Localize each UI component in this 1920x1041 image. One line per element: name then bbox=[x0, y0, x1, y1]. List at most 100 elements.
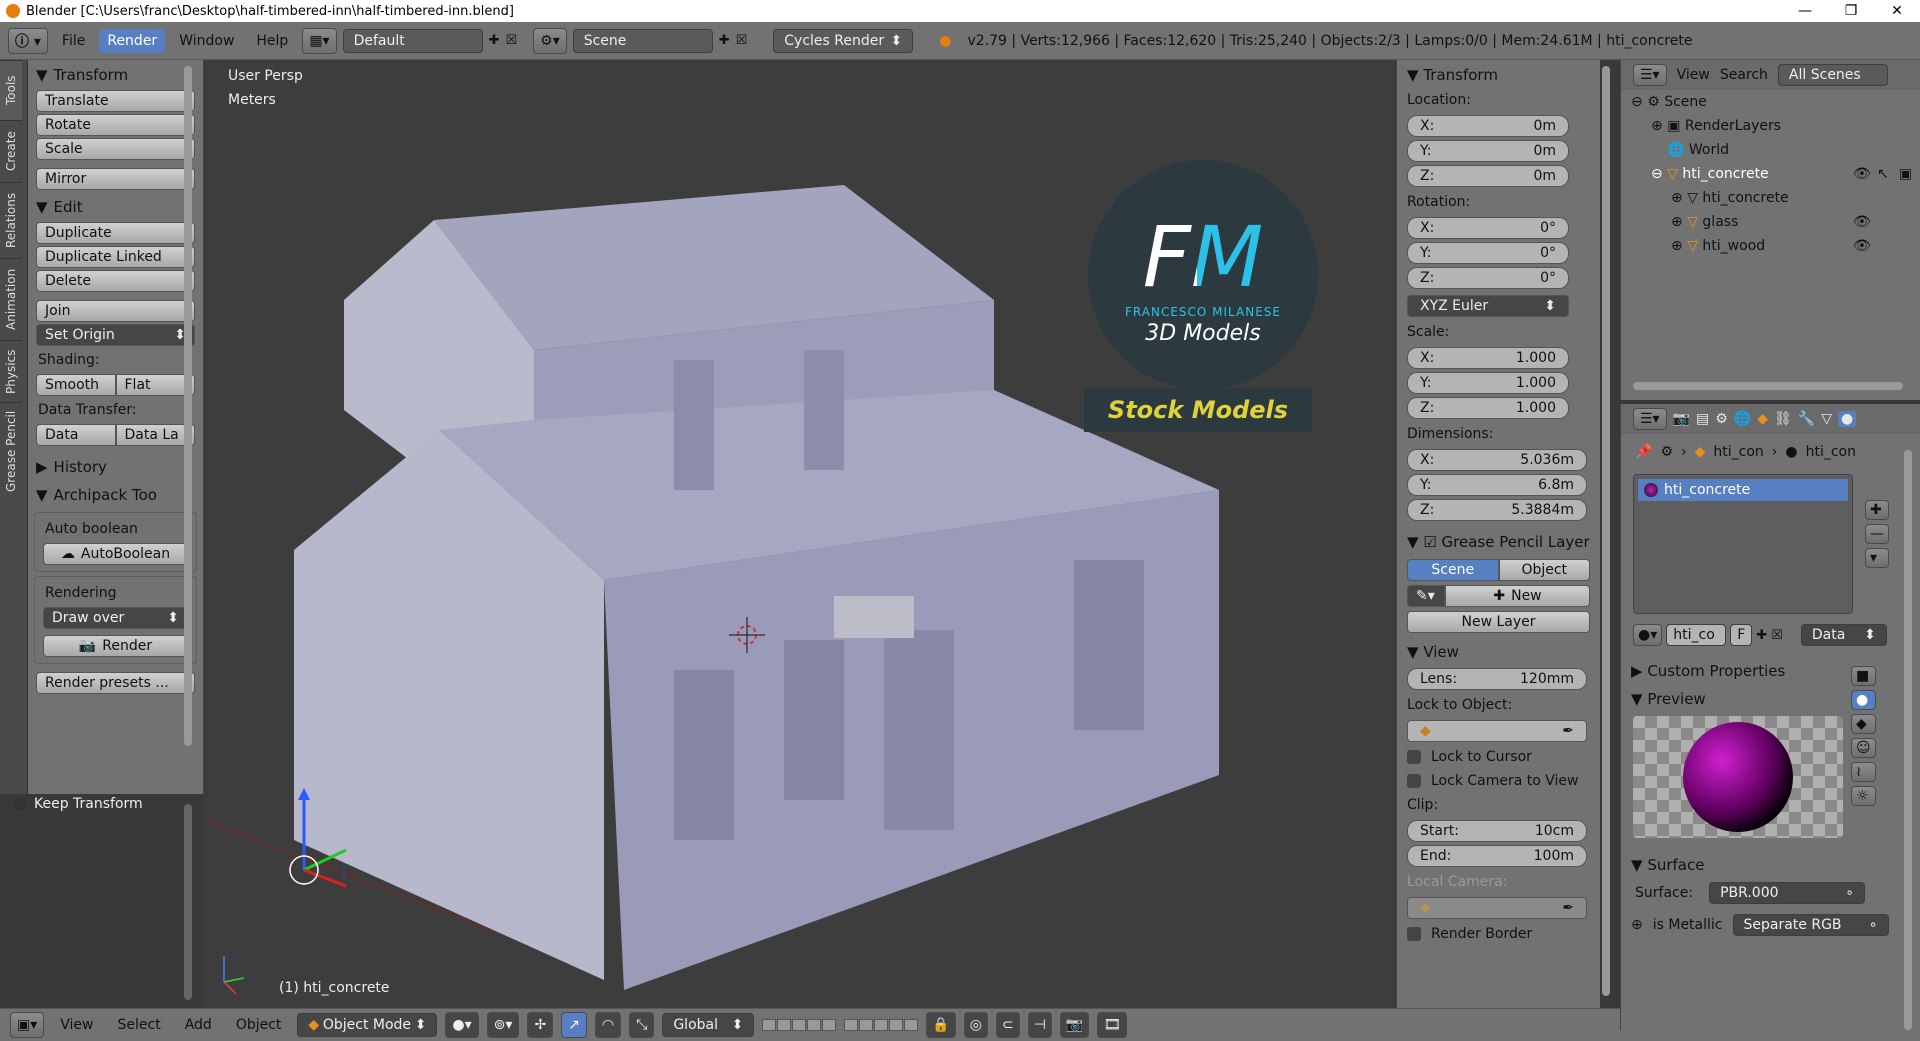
menu-object[interactable]: Object bbox=[228, 1013, 290, 1037]
outliner-item-hti-wood[interactable]: ⊕ ▽ hti_wood bbox=[1671, 238, 1765, 254]
render-border-row[interactable]: Render Border bbox=[1397, 922, 1600, 946]
menu-file[interactable]: File bbox=[54, 29, 93, 53]
dimension-z-field[interactable]: Z: 5.3884m bbox=[1407, 499, 1587, 521]
layer-icon[interactable] bbox=[904, 1019, 919, 1031]
transform-header[interactable]: ▼ Transform bbox=[1397, 60, 1600, 88]
outliner-type-icon[interactable]: ☰▾ bbox=[1633, 64, 1667, 86]
editor-type-3d-icon[interactable]: ▣▾ bbox=[10, 1012, 45, 1038]
render-button[interactable]: 📷 Render bbox=[43, 635, 188, 657]
gp-scene-button[interactable]: Scene bbox=[1407, 559, 1499, 581]
left-area-scrollbar[interactable] bbox=[184, 804, 192, 1000]
properties-scrollbar[interactable] bbox=[1904, 450, 1912, 1030]
preview-hair-icon[interactable]: ≀ bbox=[1851, 762, 1876, 782]
surface-shader-select[interactable]: PBR.000 ∘ bbox=[1709, 882, 1866, 904]
visibility-icon[interactable]: 👁 bbox=[1853, 166, 1871, 182]
add-scene-icon[interactable]: ✚ bbox=[719, 33, 730, 48]
rotation-x-field[interactable]: X: 0° bbox=[1407, 217, 1569, 239]
layer-icon[interactable] bbox=[874, 1019, 889, 1031]
lock-object-field[interactable]: ◆ ✒ bbox=[1407, 720, 1587, 742]
layout-field[interactable]: Default bbox=[342, 28, 483, 53]
data-button[interactable]: Data bbox=[36, 424, 116, 446]
layer-icon[interactable] bbox=[822, 1019, 837, 1031]
menu-view[interactable]: View bbox=[52, 1013, 101, 1037]
layer-icon[interactable] bbox=[777, 1019, 792, 1031]
lock-cursor-row[interactable]: Lock to Cursor bbox=[1397, 745, 1600, 769]
location-x-field[interactable]: X: 0m bbox=[1407, 115, 1569, 137]
menu-render[interactable]: Render bbox=[99, 28, 166, 53]
lock-layer-icon[interactable]: 🔒 bbox=[926, 1012, 956, 1038]
outliner-item-glass[interactable]: ⊕ ▽ glass bbox=[1671, 214, 1738, 230]
3d-viewport[interactable]: User Persp Meters FM FRANCESCO MILANESE … bbox=[204, 60, 1396, 1008]
menu-window[interactable]: Window bbox=[171, 29, 242, 53]
duplicate-button[interactable]: Duplicate bbox=[36, 222, 195, 244]
layer-icon[interactable] bbox=[889, 1019, 904, 1031]
remove-layout-icon[interactable]: ☒ bbox=[505, 33, 517, 48]
link-data-select[interactable]: Data ⬍ bbox=[1800, 624, 1887, 646]
set-origin-select[interactable]: Set Origin ⬍ bbox=[36, 324, 195, 346]
layout-type-icon[interactable]: ▦▾ bbox=[302, 27, 337, 54]
material-name-field[interactable]: hti_co bbox=[1666, 624, 1727, 646]
outliner-h-scrollbar[interactable] bbox=[1633, 382, 1903, 390]
mode-select[interactable]: ◆ Object Mode ⬍ bbox=[297, 1013, 438, 1037]
keep-transform-row[interactable]: Keep Transform bbox=[14, 796, 143, 812]
add-material-icon[interactable]: ✚ bbox=[1756, 628, 1767, 643]
tab-physics[interactable]: Physics bbox=[0, 340, 22, 402]
smooth-button[interactable]: Smooth bbox=[36, 374, 116, 396]
scene-type-icon[interactable]: ⚙▾ bbox=[533, 27, 567, 54]
mirror-button[interactable]: Mirror bbox=[36, 168, 195, 190]
outliner-item-renderlayers[interactable]: ⊕ ▣ RenderLayers bbox=[1651, 118, 1781, 134]
unlink-material-icon[interactable]: ☒ bbox=[1771, 628, 1783, 643]
clip-start-field[interactable]: Start: 10cm bbox=[1407, 820, 1587, 842]
layer-icon[interactable] bbox=[762, 1019, 777, 1031]
surface-header[interactable]: ▼ Surface bbox=[1621, 850, 1920, 878]
material-tab-icon[interactable]: ● bbox=[1838, 411, 1857, 427]
material-browse-icon[interactable]: ●▾ bbox=[1633, 624, 1663, 646]
npanel-scrollbar[interactable] bbox=[1602, 66, 1610, 996]
layer-icon[interactable] bbox=[844, 1019, 859, 1031]
tab-create[interactable]: Create bbox=[0, 120, 22, 182]
world-tab-icon[interactable]: 🌐 bbox=[1734, 411, 1751, 427]
rotation-y-field[interactable]: Y: 0° bbox=[1407, 242, 1569, 264]
lens-field[interactable]: Lens: 120mm bbox=[1407, 668, 1587, 690]
location-z-field[interactable]: Z: 0m bbox=[1407, 165, 1569, 187]
scale-manipulator-icon[interactable]: ⤡ bbox=[629, 1012, 655, 1038]
pivot-point-icon[interactable]: ⊚▾ bbox=[486, 1012, 520, 1038]
constraints-tab-icon[interactable]: ⛓ bbox=[1774, 411, 1792, 427]
translate-button[interactable]: Translate bbox=[36, 90, 195, 112]
rotate-button[interactable]: Rotate bbox=[36, 114, 195, 136]
render-opengl-icon[interactable]: 📷 bbox=[1059, 1012, 1090, 1038]
modifiers-tab-icon[interactable]: 🔧 bbox=[1798, 411, 1815, 427]
render-tab-icon[interactable]: 📷 bbox=[1673, 411, 1690, 427]
render-engine-select[interactable]: Cycles Render ⬍ bbox=[773, 28, 914, 53]
rotate-manipulator-icon[interactable]: ◠ bbox=[594, 1012, 622, 1038]
gp-new-layer-button[interactable]: New Layer bbox=[1407, 611, 1590, 633]
scene-field[interactable]: Scene bbox=[572, 28, 713, 53]
scale-x-field[interactable]: X: 1.000 bbox=[1407, 347, 1569, 369]
select-arrow-icon[interactable]: ↖ bbox=[1877, 166, 1889, 182]
scale-z-field[interactable]: Z: 1.000 bbox=[1407, 397, 1569, 419]
material-slot-item[interactable]: hti_concrete bbox=[1638, 479, 1848, 501]
slot-menu-icon[interactable]: ▾ bbox=[1865, 548, 1889, 568]
viewport-shading-icon[interactable]: ●▾ bbox=[445, 1012, 479, 1038]
preview-flat-icon[interactable]: ■ bbox=[1851, 666, 1876, 686]
lock-camera-row[interactable]: Lock Camera to View bbox=[1397, 769, 1600, 793]
outliner-item-hti-concrete[interactable]: ⊖ ▽ hti_concrete bbox=[1651, 166, 1769, 182]
eyedropper-icon[interactable]: ✒ bbox=[1562, 723, 1574, 739]
layer-icon[interactable] bbox=[792, 1019, 807, 1031]
pencil-icon[interactable]: ✎▾ bbox=[1407, 585, 1445, 607]
close-icon[interactable]: ✕ bbox=[1874, 0, 1920, 22]
autoboolean-button[interactable]: ☁ AutoBoolean bbox=[43, 543, 188, 565]
layer-icon[interactable] bbox=[807, 1019, 822, 1031]
socket-expand-icon[interactable]: ⊕ bbox=[1631, 917, 1643, 933]
layer-buttons[interactable] bbox=[762, 1019, 837, 1031]
editor-type-button[interactable]: ⓘ ▾ bbox=[8, 27, 48, 54]
proportional-edit-icon[interactable]: ◎ bbox=[963, 1012, 988, 1038]
gp-new-button[interactable]: ✚ New bbox=[1445, 585, 1590, 607]
breadcrumb-material[interactable]: hti_con bbox=[1806, 444, 1856, 460]
outliner-item-world[interactable]: 🌐 World bbox=[1667, 142, 1729, 158]
outliner-search-menu[interactable]: Search bbox=[1720, 67, 1768, 83]
render-presets-button[interactable]: Render presets ... bbox=[36, 672, 195, 694]
pin-icon[interactable]: 📌 bbox=[1635, 444, 1652, 460]
clip-end-field[interactable]: End: 100m bbox=[1407, 845, 1587, 867]
scale-y-field[interactable]: Y: 1.000 bbox=[1407, 372, 1569, 394]
